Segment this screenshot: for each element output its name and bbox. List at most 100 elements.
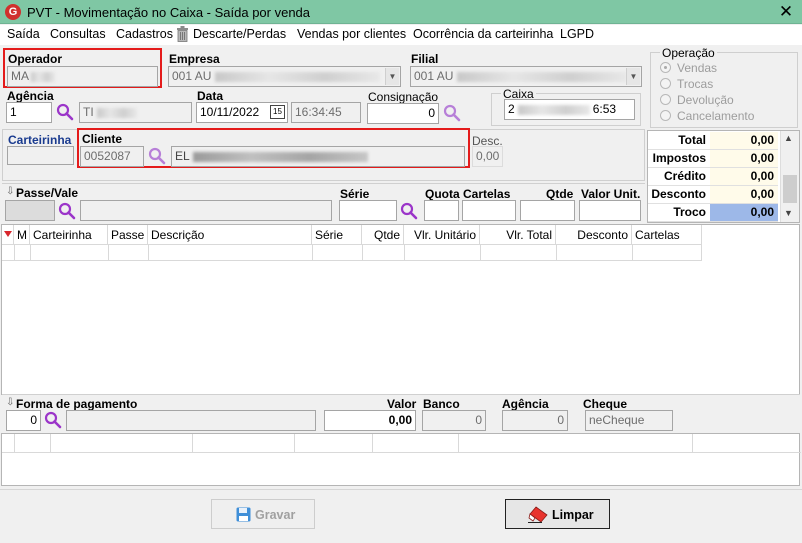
cliente-label: Cliente xyxy=(82,132,123,146)
chevron-up-icon[interactable]: ▲ xyxy=(784,133,793,143)
col-vlr-unitario[interactable]: Vlr. Unitário xyxy=(404,225,480,245)
pagamento-label: Forma de pagamento xyxy=(16,397,138,411)
valor-unit-label: Valor Unit. xyxy=(581,187,641,201)
totals-panel: Total 0,00 Impostos 0,00 Crédito 0,00 De… xyxy=(647,130,800,223)
cartelas-label: Cartelas xyxy=(463,187,511,201)
limpar-label: Limpar xyxy=(552,508,594,522)
scroll-thumb[interactable] xyxy=(783,175,797,203)
search-icon[interactable] xyxy=(400,202,418,220)
trash-icon xyxy=(177,26,188,42)
caixa-field: 2 6:53 xyxy=(504,99,635,120)
cartelas-input[interactable] xyxy=(462,200,516,221)
menu-bar: Saída Consultas Cadastros Descarte/Perda… xyxy=(0,25,802,45)
col-desconto[interactable]: Desconto xyxy=(556,225,632,245)
chevron-down-icon[interactable]: ▼ xyxy=(385,68,399,85)
eraser-icon xyxy=(528,506,548,523)
gravar-label: Gravar xyxy=(255,508,296,522)
desconto-value: 0,00 xyxy=(710,186,778,204)
cheque-input[interactable]: neCheque xyxy=(585,410,673,431)
banco-label: Banco xyxy=(423,397,460,411)
operador-value: MA xyxy=(11,69,29,83)
table-row[interactable] xyxy=(2,245,702,261)
menu-cadastros[interactable]: Cadastros xyxy=(116,27,173,41)
close-icon[interactable]: ✕ xyxy=(775,2,797,22)
menu-descarte-perdas[interactable]: Descarte/Perdas xyxy=(193,27,286,41)
items-table[interactable]: M Carteirinha Passe Descrição Série Qtde… xyxy=(1,224,800,395)
pagamento-code-input[interactable]: 0 xyxy=(6,410,41,431)
agencia-name-field: TI xyxy=(79,102,192,123)
col-descricao[interactable]: Descrição xyxy=(148,225,312,245)
cliente-code-field: 0052087 xyxy=(80,146,144,167)
serie-input[interactable] xyxy=(339,200,397,221)
col-serie[interactable]: Série xyxy=(312,225,362,245)
troco-value: 0,00 xyxy=(710,204,778,222)
search-icon[interactable] xyxy=(443,104,461,122)
passe-code-field[interactable] xyxy=(5,200,55,221)
credito-label: Crédito xyxy=(648,168,710,186)
search-icon[interactable] xyxy=(56,103,74,121)
desconto-label: Desconto xyxy=(648,186,710,204)
calendar-icon[interactable]: 15 xyxy=(270,105,285,119)
credito-value: 0,00 xyxy=(710,168,778,186)
cliente-name-field: EL xyxy=(171,146,465,167)
carteirinha-label: Carteirinha xyxy=(8,133,72,147)
agencia-code-input[interactable]: 1 xyxy=(6,102,52,123)
qtde-label: Qtde xyxy=(546,187,574,201)
menu-vendas-por-clientes[interactable]: Vendas por clientes xyxy=(297,27,406,41)
carteirinha-field xyxy=(7,146,74,165)
passe-label: Passe/Vale xyxy=(16,186,79,200)
gravar-button[interactable]: Gravar xyxy=(211,499,315,529)
operacao-label: Operação xyxy=(660,46,717,60)
filial-label: Filial xyxy=(411,52,439,66)
passe-desc-field xyxy=(80,200,332,221)
items-table-header: M Carteirinha Passe Descrição Série Qtde… xyxy=(2,225,702,245)
consignacao-input[interactable]: 0 xyxy=(367,103,439,124)
serie-label: Série xyxy=(340,187,370,201)
quota-input[interactable] xyxy=(424,200,459,221)
col-m[interactable]: M xyxy=(14,225,30,245)
search-icon[interactable] xyxy=(44,411,62,429)
cliente-name-value: EL xyxy=(175,149,190,163)
menu-lgpd[interactable]: LGPD xyxy=(560,27,594,41)
search-icon[interactable] xyxy=(148,147,166,165)
sort-arrow-icon[interactable] xyxy=(2,225,14,245)
operador-label: Operador xyxy=(8,52,63,66)
banco-input[interactable]: 0 xyxy=(422,410,486,431)
data-label: Data xyxy=(197,89,224,103)
desc-value: 0,00 xyxy=(472,146,503,167)
valor-label: Valor xyxy=(387,397,417,411)
col-qtde[interactable]: Qtde xyxy=(362,225,404,245)
chevron-down-icon[interactable]: ▼ xyxy=(784,208,793,218)
filial-select[interactable]: 001 AU ▼ xyxy=(410,66,642,87)
menu-consultas[interactable]: Consultas xyxy=(50,27,106,41)
collapse-icon[interactable]: ⇩ xyxy=(6,397,14,408)
agencia-label: Agência xyxy=(7,89,54,103)
empresa-label: Empresa xyxy=(169,52,220,66)
pag-agencia-input[interactable]: 0 xyxy=(502,410,568,431)
operador-field: MA xyxy=(7,66,158,87)
chevron-down-icon[interactable]: ▼ xyxy=(626,68,640,85)
consignacao-label: Consignação xyxy=(368,90,439,104)
totals-scrollbar[interactable]: ▲ ▼ xyxy=(780,131,799,222)
col-passe[interactable]: Passe xyxy=(108,225,148,245)
empresa-select[interactable]: 001 AU ▼ xyxy=(168,66,401,87)
total-value: 0,00 xyxy=(710,132,778,150)
pagamento-desc-field xyxy=(66,410,316,431)
app-logo-icon: G xyxy=(5,4,21,20)
impostos-label: Impostos xyxy=(648,150,710,168)
col-cartelas[interactable]: Cartelas xyxy=(632,225,702,245)
qtde-input[interactable] xyxy=(520,200,575,221)
valor-unit-input[interactable] xyxy=(579,200,641,221)
date-input[interactable]: 10/11/2022 15 xyxy=(196,102,288,123)
search-icon[interactable] xyxy=(58,202,76,220)
menu-saida[interactable]: Saída xyxy=(7,27,40,41)
payments-table[interactable] xyxy=(1,433,801,486)
col-carteirinha[interactable]: Carteirinha xyxy=(30,225,108,245)
troco-label: Troco xyxy=(648,204,710,222)
menu-ocorrencia-carteirinha[interactable]: Ocorrência da carteirinha xyxy=(413,27,553,41)
limpar-button[interactable]: Limpar xyxy=(505,499,610,529)
col-vlr-total[interactable]: Vlr. Total xyxy=(480,225,556,245)
empresa-value: 001 AU xyxy=(172,69,212,83)
collapse-icon[interactable]: ⇩ xyxy=(6,186,14,197)
valor-input[interactable]: 0,00 xyxy=(324,410,416,431)
